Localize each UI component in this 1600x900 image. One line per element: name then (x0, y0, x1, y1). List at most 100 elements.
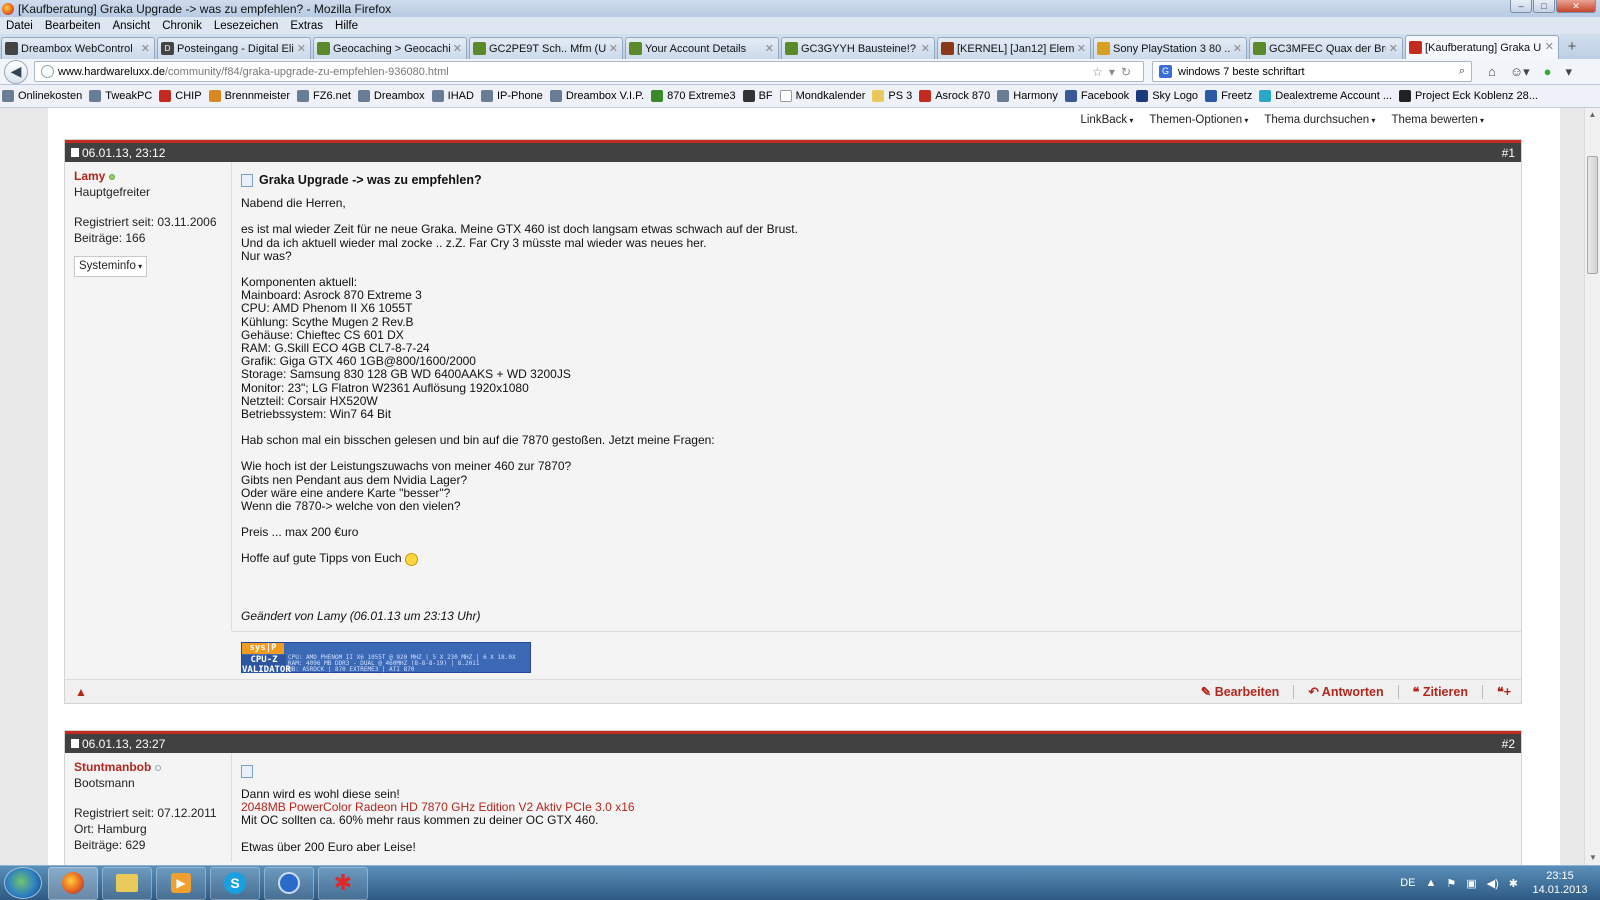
bookmark-star-icon[interactable]: ☆▾↻ (1092, 65, 1137, 79)
scroll-down-arrow-icon[interactable]: ▼ (1585, 851, 1600, 865)
bookmark-item[interactable]: Sky Logo (1136, 90, 1198, 102)
language-indicator[interactable]: DE (1400, 877, 1415, 889)
addon-icon[interactable]: ☺▾ (1510, 64, 1530, 80)
search-thread-menu[interactable]: Thema durchsuchen (1264, 114, 1375, 126)
menu-lesezeichen[interactable]: Lesezeichen (208, 20, 285, 32)
menu-bearbeiten[interactable]: Bearbeiten (39, 20, 107, 32)
minimize-button[interactable]: – (1510, 0, 1532, 13)
menu-chronik[interactable]: Chronik (156, 20, 208, 32)
media-player-icon[interactable]: ▶ (156, 866, 206, 900)
tab-gc3mfec[interactable]: GC3MFEC Quax der Bru...✕ (1249, 37, 1403, 59)
flag-icon[interactable]: ⚑ (1446, 877, 1456, 890)
quote-button[interactable]: ❝ Zitieren (1413, 684, 1468, 699)
bookmark-folder[interactable]: PS 3 (872, 90, 912, 102)
post-header: 06.01.13, 23:27 #2 (65, 731, 1521, 753)
menu-ansicht[interactable]: Ansicht (106, 20, 156, 32)
tab-close-icon[interactable]: ✕ (765, 42, 774, 55)
vertical-scrollbar[interactable]: ▲ ▼ (1584, 108, 1600, 865)
edit-button[interactable]: ✎ Bearbeiten (1201, 684, 1280, 699)
bookmark-item[interactable]: IP-Phone (480, 90, 543, 102)
bookmark-item[interactable]: Mondkalender (779, 90, 865, 102)
teamviewer-icon[interactable] (264, 866, 314, 900)
report-post-icon[interactable]: ▲ (75, 685, 87, 699)
bookmark-item[interactable]: Brennmeister (208, 90, 290, 102)
explorer-icon[interactable] (102, 866, 152, 900)
maximize-button[interactable]: □ (1533, 0, 1555, 13)
tray-app-icon[interactable]: ✱ (1509, 877, 1518, 890)
start-button[interactable] (4, 867, 42, 899)
tab-posteingang[interactable]: D Posteingang - Digital Eli... ✕ (157, 37, 311, 59)
bookmark-item[interactable]: Asrock 870 (919, 90, 990, 102)
app-icon[interactable]: ✱ (318, 866, 368, 900)
title-bar[interactable]: [Kaufberatung] Graka Upgrade -> was zu e… (0, 0, 1600, 17)
bookmarks-toolbar: Onlinekosten TweakPC CHIP Brennmeister F… (0, 85, 1600, 108)
bookmark-item[interactable]: Freetz (1205, 90, 1252, 102)
search-engine-icon[interactable]: G (1159, 65, 1172, 78)
tab-kernel[interactable]: [KERNEL] [Jan12] Elem... ✕ (937, 37, 1091, 59)
search-input[interactable]: windows 7 beste schriftart (1178, 66, 1305, 78)
close-button[interactable]: ✕ (1556, 0, 1596, 13)
bookmark-item[interactable]: Dealextreme Account ... (1259, 90, 1392, 102)
skype-icon[interactable]: S (210, 866, 260, 900)
rate-thread-menu[interactable]: Thema bewerten (1391, 114, 1484, 126)
bookmark-item[interactable]: FZ6.net (297, 90, 351, 102)
linkback-menu[interactable]: LinkBack (1080, 114, 1133, 126)
tab-close-icon[interactable]: ✕ (453, 42, 462, 55)
menu-hilfe[interactable]: Hilfe (329, 20, 364, 32)
firefox-icon[interactable] (48, 866, 98, 900)
network-icon[interactable]: ▣ (1466, 877, 1476, 890)
thread-options-menu[interactable]: Themen-Optionen (1149, 114, 1248, 126)
tab-close-icon[interactable]: ✕ (1077, 42, 1086, 55)
registered-date: Registriert seit: 03.11.2006 (74, 215, 217, 229)
home-icon[interactable]: ⌂ (1488, 64, 1496, 80)
bookmark-item[interactable]: TweakPC (89, 90, 152, 102)
bookmark-item[interactable]: Harmony (997, 90, 1058, 102)
post-number-link[interactable]: #2 (1502, 737, 1515, 751)
bookmark-item[interactable]: Dreambox V.I.P. (549, 90, 644, 102)
tab-gc2pe9t[interactable]: GC2PE9T Sch.. Mfm (U... ✕ (469, 37, 623, 59)
site-identity-icon[interactable] (41, 65, 54, 78)
volume-icon[interactable]: ◀) (1487, 877, 1499, 890)
back-button[interactable]: ◀ (4, 59, 28, 84)
bookmark-item[interactable]: Onlinekosten (2, 90, 82, 102)
bookmark-item[interactable]: Facebook (1064, 90, 1129, 102)
tab-close-icon[interactable]: ✕ (141, 42, 150, 55)
search-bar[interactable]: G windows 7 beste schriftart ⌕ (1152, 61, 1472, 82)
sysinfo-dropdown[interactable]: Systeminfo (74, 256, 148, 277)
bookmark-item[interactable]: Project Eck Koblenz 28... (1399, 90, 1538, 102)
clock[interactable]: 23:15 14.01.2013 (1528, 869, 1592, 897)
scroll-up-arrow-icon[interactable]: ▲ (1585, 108, 1600, 122)
tab-close-icon[interactable]: ✕ (609, 42, 618, 55)
status-dot-icon[interactable]: ● (1544, 64, 1552, 80)
username-link[interactable]: Lamy (74, 169, 105, 183)
new-tab-button[interactable]: + (1561, 37, 1583, 59)
tab-account-details[interactable]: Your Account Details ✕ (625, 37, 779, 59)
scrollbar-thumb[interactable] (1587, 156, 1598, 274)
tab-geocaching[interactable]: Geocaching > Geocachi... ✕ (313, 37, 467, 59)
search-icon[interactable]: ⌕ (1459, 65, 1465, 78)
bookmark-item[interactable]: 870 Extreme3 (651, 90, 736, 102)
post-number-link[interactable]: #1 (1502, 146, 1515, 160)
username-link[interactable]: Stuntmanbob (74, 760, 151, 774)
reply-button[interactable]: ↶ Antworten (1308, 684, 1383, 699)
bookmark-item[interactable]: IHAD (431, 90, 474, 102)
cpuz-signature-banner[interactable]: sys|P CPU-Z VALIDATOR CPU: AMD PHENOM II… (241, 642, 531, 675)
tab-close-icon[interactable]: ✕ (1389, 42, 1398, 55)
tab-sony-ps3[interactable]: Sony PlayStation 3 80 ... ✕ (1093, 37, 1247, 59)
tab-close-icon[interactable]: ✕ (1545, 40, 1554, 53)
tab-gc3gyyh[interactable]: GC3GYYH Bausteine!? (...✕ (781, 37, 935, 59)
tab-close-icon[interactable]: ✕ (1233, 42, 1242, 55)
bookmark-item[interactable]: BF (742, 90, 773, 102)
multiquote-icon[interactable]: ❝+ (1497, 684, 1511, 699)
menu-chevron-icon[interactable]: ▾ (1566, 64, 1573, 80)
tab-close-icon[interactable]: ✕ (921, 42, 930, 55)
menu-extras[interactable]: Extras (284, 20, 329, 32)
tab-dreambox-webcontrol[interactable]: Dreambox WebControl ✕ (1, 37, 155, 59)
address-bar[interactable]: www.hardwareluxx.de/community/f84/graka-… (34, 61, 1144, 82)
bookmark-item[interactable]: CHIP (159, 90, 202, 102)
show-hidden-icons[interactable]: ▲ (1425, 877, 1436, 889)
bookmark-item[interactable]: Dreambox (357, 90, 425, 102)
tab-kaufberatung[interactable]: [Kaufberatung] Graka U... ✕ (1405, 35, 1559, 59)
tab-close-icon[interactable]: ✕ (297, 42, 306, 55)
menu-datei[interactable]: Datei (0, 20, 39, 32)
